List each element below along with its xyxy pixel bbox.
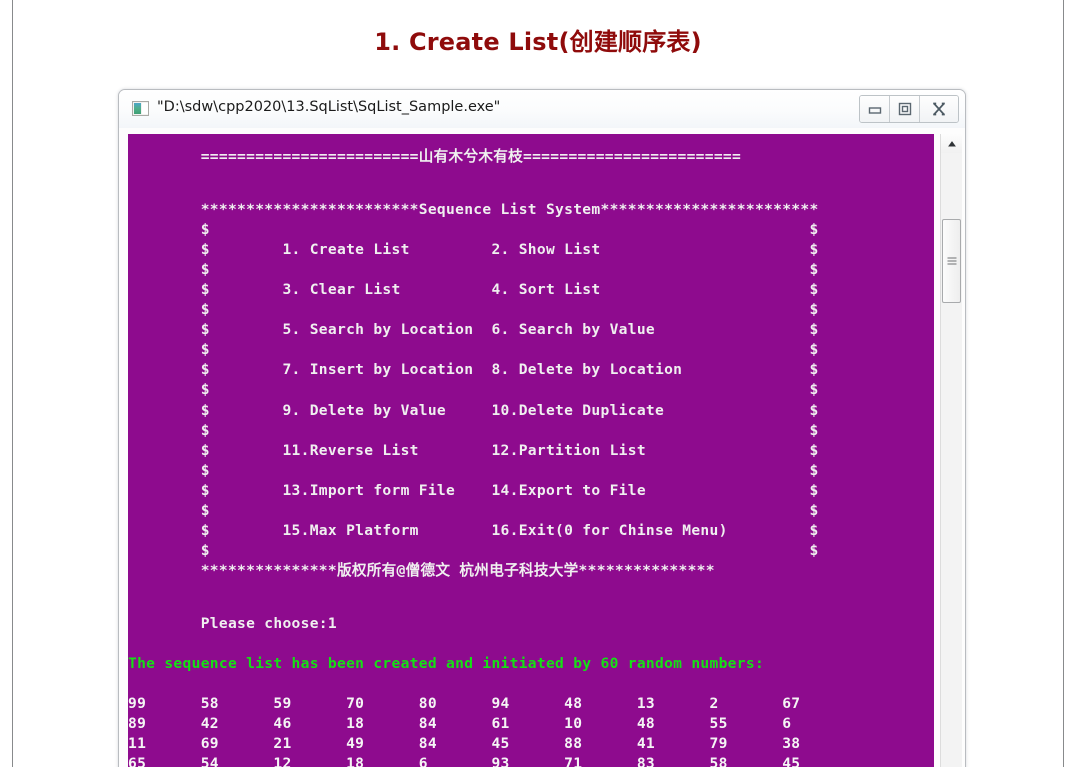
console-spacer-4 xyxy=(128,674,934,694)
window-titlebar[interactable]: "D:\sdw\cpp2020\13.SqList\SqList_Sample.… xyxy=(119,90,965,128)
scroll-up-arrow[interactable] xyxy=(941,134,962,153)
scroll-track[interactable] xyxy=(941,153,962,767)
page-title: 1. Create List(创建顺序表) xyxy=(374,28,702,56)
console-prompt: Please choose:1 xyxy=(128,614,337,632)
close-button[interactable] xyxy=(920,96,958,122)
console-window: "D:\sdw\cpp2020\13.SqList\SqList_Sample.… xyxy=(118,89,966,767)
console-output[interactable]: ========================山有木兮木有枝=========… xyxy=(128,134,934,767)
console-app-icon xyxy=(132,101,149,116)
scroll-grip-icon xyxy=(947,257,956,265)
window-controls xyxy=(859,95,959,123)
console-spacer-2 xyxy=(128,581,934,601)
minimize-icon xyxy=(868,107,881,114)
console-banner: ========================山有木兮木有枝=========… xyxy=(128,148,742,165)
page-right-border xyxy=(1063,0,1064,767)
console-number-grid: 99 58 59 70 80 94 48 13 2 67 89 42 46 18… xyxy=(128,695,801,767)
console-vertical-scrollbar[interactable] xyxy=(940,134,962,767)
console-spacer-3 xyxy=(128,634,934,654)
scroll-thumb[interactable] xyxy=(942,219,961,303)
window-client-area: ========================山有木兮木有枝=========… xyxy=(119,128,965,767)
console-menu: ************************Sequence List Sy… xyxy=(200,201,819,579)
close-icon xyxy=(933,102,945,116)
maximize-button[interactable] xyxy=(890,96,920,122)
maximize-icon xyxy=(898,102,911,116)
console-status-line: The sequence list has been created and i… xyxy=(128,654,765,672)
chevron-up-icon xyxy=(947,140,956,146)
page-root: 1. Create List(创建顺序表) "D:\sdw\cpp2020\13… xyxy=(0,0,1080,767)
minimize-button[interactable] xyxy=(860,96,890,122)
console-spacer xyxy=(128,167,934,187)
window-title-text: "D:\sdw\cpp2020\13.SqList\SqList_Sample.… xyxy=(157,99,501,115)
page-left-border xyxy=(12,0,13,767)
